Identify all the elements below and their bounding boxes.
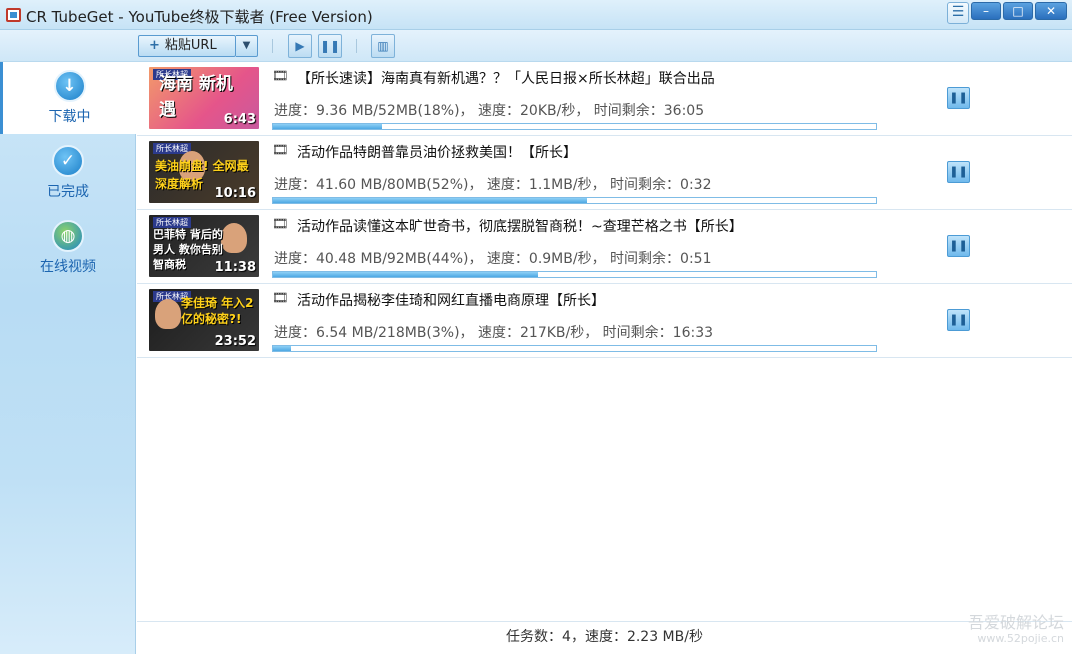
download-icon: ↓: [53, 70, 86, 102]
watermark-url: www.52pojie.cn: [977, 632, 1064, 645]
sidebar-item-label: 在线视频: [40, 259, 96, 275]
paste-url-button[interactable]: + 粘贴URL: [138, 35, 236, 57]
sidebar: ↓ 下载中 ✓ 已完成 ◍ 在线视频: [0, 62, 136, 654]
download-row[interactable]: 所长林超 李佳琦 年入2亿的秘密?! 23:52 🎞 活动作品揭秘李佳琦和网红直…: [137, 284, 1072, 358]
film-icon: 🎞: [272, 217, 289, 232]
progress-bar-fill: [273, 272, 539, 277]
download-title: 活动作品揭秘李佳琦和网红直播电商原理【所长】: [297, 293, 605, 309]
checkmark-icon: ✓: [52, 145, 84, 177]
pause-button[interactable]: ❚❚: [947, 161, 970, 183]
window-title: CR TubeGet - YouTube终极下载者 (Free Version): [26, 8, 373, 26]
pause-button[interactable]: ❚❚: [947, 235, 970, 257]
sidebar-item-label: 已完成: [47, 184, 89, 200]
video-thumbnail: 所长林超 海南 新机遇 6:43: [149, 67, 259, 129]
film-icon: 🎞: [272, 69, 289, 84]
progress-text: 进度：6.54 MB/218MB(3%)， 速度：217KB/秒， 时间剩余：1…: [274, 325, 714, 341]
duration-label: 10:16: [214, 186, 256, 201]
pause-button[interactable]: ❚❚: [947, 87, 970, 109]
toolbar: + 粘贴URL ▼ ▶ ❚❚ ▥: [0, 30, 1072, 62]
paste-url-dropdown[interactable]: ▼: [236, 35, 258, 57]
play-icon[interactable]: ▶: [288, 34, 312, 58]
film-icon: 🎞: [272, 143, 289, 158]
sidebar-item-downloading[interactable]: ↓ 下载中: [0, 62, 136, 134]
thumbnail-caption: 李佳琦 年入2亿的秘密?!: [181, 296, 254, 326]
thumbnail-caption: 巴菲特 背后的男人 教你告别智商税: [153, 228, 223, 271]
person-face: [221, 223, 247, 253]
progress-text: 进度：40.48 MB/92MB(44%)， 速度：0.9MB/秒， 时间剩余：…: [274, 251, 712, 267]
menu-button[interactable]: ☰: [947, 2, 969, 24]
plus-icon: +: [149, 38, 160, 53]
close-button[interactable]: ✕: [1035, 2, 1067, 20]
download-title: 【所长速读】海南真有新机遇？？「人民日报×所长林超」联合出品: [297, 71, 715, 87]
status-text: 任务数：4，速度：2.23 MB/秒: [506, 629, 703, 645]
download-list: 所长林超 海南 新机遇 6:43 🎞 【所长速读】海南真有新机遇？？「人民日报×…: [137, 62, 1072, 358]
video-thumbnail: 所长林超 巴菲特 背后的男人 教你告别智商税 11:38: [149, 215, 259, 277]
progress-text: 进度：9.36 MB/52MB(18%)， 速度：20KB/秒， 时间剩余：36…: [274, 103, 705, 119]
duration-label: 23:52: [214, 334, 256, 349]
watermark-title: 吾爱破解论坛: [967, 613, 1064, 632]
pause-button[interactable]: ❚❚: [947, 309, 970, 331]
window-controls: ☰ – □ ✕: [947, 2, 1067, 24]
pause-icon[interactable]: ❚❚: [318, 34, 342, 58]
progress-bar: [272, 197, 877, 204]
minimize-button[interactable]: –: [971, 2, 1001, 20]
progress-bar-fill: [273, 346, 292, 351]
download-title: 活动作品读懂这本旷世奇书，彻底摆脱智商税！~查理芒格之书【所长】: [297, 219, 743, 235]
sidebar-item-label: 下载中: [48, 109, 91, 125]
progress-bar-fill: [273, 124, 382, 129]
duration-label: 11:38: [214, 260, 256, 275]
app-logo-icon: [6, 8, 21, 22]
duration-label: 6:43: [223, 112, 256, 127]
person-face: [155, 299, 181, 329]
toolbar-divider: [272, 39, 273, 53]
progress-bar-fill: [273, 198, 587, 203]
watermark: 吾爱破解论坛 www.52pojie.cn: [968, 614, 1064, 646]
sidebar-item-online-video[interactable]: ◍ 在线视频: [0, 212, 136, 284]
download-row[interactable]: 所长林超 巴菲特 背后的男人 教你告别智商税 11:38 🎞 活动作品读懂这本旷…: [137, 210, 1072, 284]
download-title: 活动作品特朗普靠员油价拯救美国！【所长】: [297, 145, 577, 161]
title-bar: CR TubeGet - YouTube终极下载者 (Free Version)…: [0, 0, 1072, 30]
video-thumbnail: 所长林超 李佳琦 年入2亿的秘密?! 23:52: [149, 289, 259, 351]
progress-text: 进度：41.60 MB/80MB(52%)， 速度：1.1MB/秒， 时间剩余：…: [274, 177, 712, 193]
download-row[interactable]: 所长林超 海南 新机遇 6:43 🎞 【所长速读】海南真有新机遇？？「人民日报×…: [137, 62, 1072, 136]
progress-bar: [272, 345, 877, 352]
paste-url-label: 粘贴URL: [164, 38, 217, 53]
globe-icon: ◍: [52, 220, 84, 252]
film-icon: 🎞: [272, 291, 289, 306]
toolbar-divider: [356, 39, 357, 53]
video-thumbnail: 所长林超 美油崩盘! 全网最深度解析 10:16: [149, 141, 259, 203]
progress-bar: [272, 271, 877, 278]
download-row[interactable]: 所长林超 美油崩盘! 全网最深度解析 10:16 🎞 活动作品特朗普靠员油价拯救…: [137, 136, 1072, 210]
maximize-button[interactable]: □: [1003, 2, 1033, 20]
trash-icon[interactable]: ▥: [371, 34, 395, 58]
status-bar: 任务数：4，速度：2.23 MB/秒: [137, 621, 1072, 654]
sidebar-item-completed[interactable]: ✓ 已完成: [0, 137, 136, 209]
progress-bar: [272, 123, 877, 130]
